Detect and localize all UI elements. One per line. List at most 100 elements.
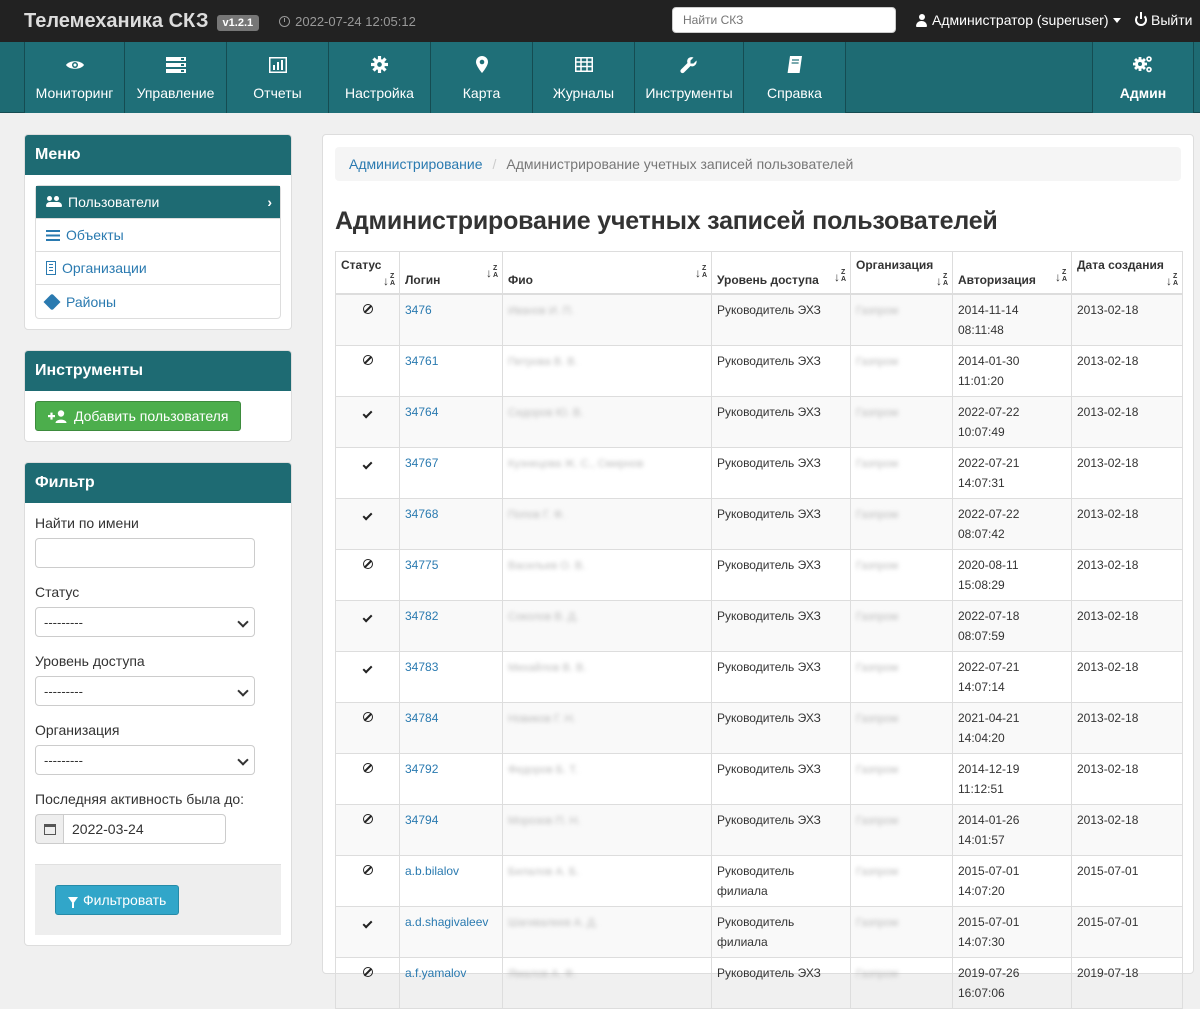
- col-label: Логин: [405, 272, 441, 287]
- fio-text: Иванов И. П.: [508, 304, 574, 317]
- sort-alpha-icon: ↓ Z A: [485, 264, 498, 280]
- auth-cell: 2014-11-14 08:11:48: [952, 293, 1072, 346]
- user-login-link[interactable]: 34768: [405, 507, 438, 521]
- access-cell: Руководитель ЭХЗ: [711, 446, 851, 499]
- logout-link[interactable]: Выйти: [1135, 12, 1192, 28]
- tag-icon: [43, 293, 61, 310]
- nav-settings[interactable]: Настройка: [329, 42, 431, 113]
- status-cell: [335, 293, 400, 346]
- filter-button-label: Фильтровать: [83, 892, 167, 908]
- auth-cell: 2022-07-22 10:07:49: [952, 395, 1072, 448]
- login-cell: 34764: [399, 395, 503, 448]
- check-icon: [362, 612, 373, 622]
- created-cell: 2013-02-18: [1071, 548, 1183, 601]
- org-cell: Газпром: [850, 956, 953, 1009]
- org-text: Газпром: [856, 406, 899, 419]
- user-login-link[interactable]: a.f.yamalov: [405, 966, 466, 980]
- table-row: 3476 Иванов И. П. Руководитель ЭХЗ Газпром 2…: [335, 293, 1183, 346]
- access-filter-select[interactable]: ---------: [35, 676, 255, 706]
- fio-text: Морозов П. Н.: [508, 814, 581, 827]
- status-cell: [335, 752, 400, 805]
- auth-time: 14:04:20: [958, 730, 1005, 745]
- fio-text: Сидоров Ю. В.: [508, 406, 584, 419]
- auth-date: 2015-07-01: [958, 914, 1020, 929]
- auth-time: 08:07:59: [958, 628, 1005, 643]
- status-filter-select[interactable]: ---------: [35, 607, 255, 637]
- auth-time: 14:07:20: [958, 883, 1005, 898]
- org-text: Газпром: [856, 457, 899, 470]
- user-login-link[interactable]: 34783: [405, 660, 438, 674]
- user-login-link[interactable]: 34775: [405, 558, 438, 572]
- book-icon: [787, 55, 803, 75]
- skz-search-input[interactable]: [672, 7, 896, 33]
- activity-filter-label: Последняя активность была до:: [35, 791, 245, 807]
- check-icon: [362, 459, 373, 469]
- nav-control[interactable]: Управление: [125, 42, 227, 113]
- user-login-link[interactable]: 34792: [405, 762, 438, 776]
- users-table: Статус ↓ Z A Логин ↓ Z A Фио ↓ Z A Уровень доступ…: [335, 251, 1183, 1009]
- nav-label: Журналы: [552, 84, 615, 101]
- nav-tools[interactable]: Инструменты: [635, 42, 744, 113]
- name-filter-input[interactable]: [35, 538, 255, 568]
- fio-cell: Новиков Г. Н.: [502, 701, 712, 754]
- table-row: 34782 Соколов В. Д. Руководитель ЭХЗ Газпро…: [335, 599, 1183, 652]
- col-status[interactable]: Статус ↓ Z A: [335, 251, 400, 295]
- fio-cell: Федоров Б. Т.: [502, 752, 712, 805]
- nav-journals[interactable]: Журналы: [533, 42, 635, 113]
- user-login-link[interactable]: 34767: [405, 456, 438, 470]
- col-label: Дата создания: [1077, 258, 1164, 272]
- name-filter-label: Найти по имени: [35, 515, 139, 531]
- nav-label: Карта: [462, 84, 501, 101]
- ban-icon: [362, 966, 373, 977]
- user-login-link[interactable]: 34782: [405, 609, 438, 623]
- user-login-link[interactable]: 3476: [405, 303, 432, 317]
- user-icon: [916, 13, 927, 27]
- auth-date: 2014-11-14: [958, 302, 1019, 317]
- sidebar-item-districts[interactable]: Районы: [36, 285, 280, 318]
- user-login-link[interactable]: 34764: [405, 405, 438, 419]
- org-text: Газпром: [856, 508, 899, 521]
- org-filter-select[interactable]: ---------: [35, 745, 255, 775]
- user-login-link[interactable]: 34794: [405, 813, 438, 827]
- nav-label: Настройка: [345, 84, 414, 101]
- activity-date-input[interactable]: 2022-03-24: [63, 814, 226, 844]
- sidebar-item-organizations[interactable]: Организации: [36, 252, 280, 285]
- sidebar-item-users[interactable]: Пользователи ›: [36, 186, 280, 219]
- col-login[interactable]: Логин ↓ Z A: [399, 251, 503, 295]
- nav-reports[interactable]: Отчеты: [227, 42, 329, 113]
- auth-cell: 2014-12-19 11:12:51: [952, 752, 1072, 805]
- app-brand[interactable]: Телемеханика СКЗ v1.2.1: [24, 10, 260, 33]
- user-menu[interactable]: Администратор (superuser): [916, 12, 1122, 28]
- col-org[interactable]: Организация ↓ Z A: [850, 251, 953, 295]
- access-cell: Руководитель ЭХЗ: [711, 650, 851, 703]
- nav-admin[interactable]: Админ: [1092, 42, 1194, 113]
- sidebar-item-objects[interactable]: Объекты: [36, 219, 280, 252]
- user-login-link[interactable]: 34761: [405, 354, 438, 368]
- nav-map[interactable]: Карта: [431, 42, 533, 113]
- breadcrumb-admin-link[interactable]: Администрирование: [349, 156, 483, 172]
- col-fio[interactable]: Фио ↓ Z A: [502, 251, 712, 295]
- user-login-link[interactable]: 34784: [405, 711, 438, 725]
- fio-text: Кузнецова Ж. С., Смирнов: [508, 457, 644, 470]
- date-addon[interactable]: [35, 814, 63, 844]
- status-cell: [335, 956, 400, 1009]
- col-label: Уровень доступа: [717, 272, 819, 287]
- col-auth[interactable]: Авторизация ↓ Z A: [952, 251, 1072, 295]
- auth-cell: 2021-04-21 14:04:20: [952, 701, 1072, 754]
- check-icon: [362, 663, 373, 673]
- col-access[interactable]: Уровень доступа ↓ Z A: [711, 251, 851, 295]
- auth-cell: 2015-07-01 14:07:30: [952, 905, 1072, 958]
- select-value: ---------: [44, 752, 83, 768]
- status-cell: [335, 344, 400, 397]
- user-login-link[interactable]: a.d.shagivaleev: [405, 915, 488, 929]
- filter-button[interactable]: Фильтровать: [55, 885, 180, 915]
- sidebar-item-label: Организации: [62, 260, 147, 276]
- nav-monitoring[interactable]: Мониторинг: [24, 42, 125, 113]
- user-login-link[interactable]: a.b.bilalov: [405, 864, 459, 878]
- breadcrumb: Администрирование / Администрирование уч…: [335, 147, 1181, 181]
- add-user-button[interactable]: Добавить пользователя: [35, 401, 242, 431]
- nav-help[interactable]: Справка: [744, 42, 846, 113]
- col-created[interactable]: Дата создания ↓ Z A: [1071, 251, 1183, 295]
- ban-icon: [362, 813, 373, 824]
- ban-icon: [362, 711, 373, 722]
